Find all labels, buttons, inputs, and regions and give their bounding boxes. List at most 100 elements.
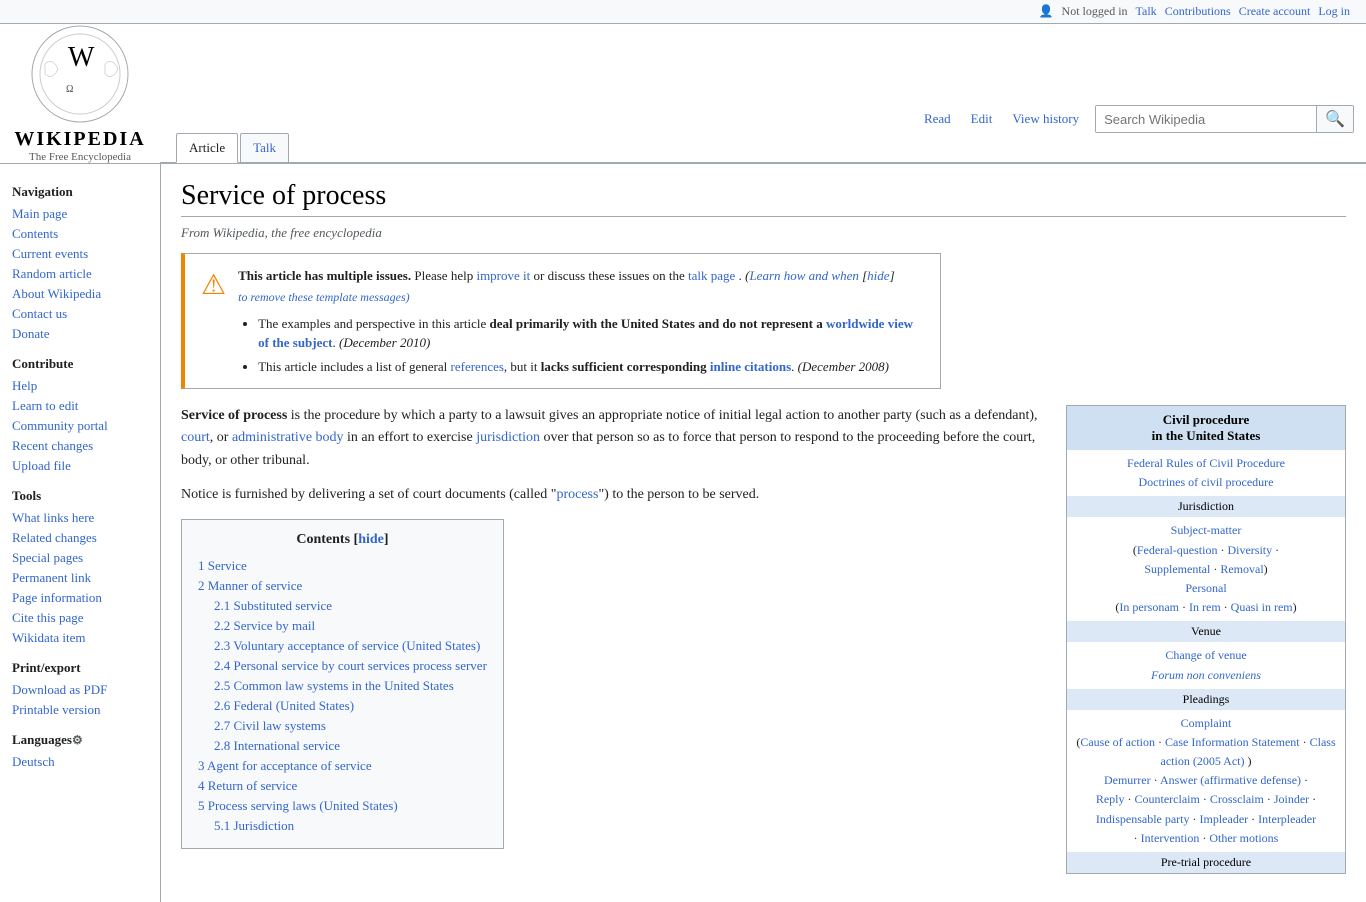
- sidebar-item-download-pdf[interactable]: Download as PDF: [12, 680, 148, 700]
- inline-citations-link[interactable]: inline citations: [710, 359, 791, 374]
- federal-rules-link[interactable]: Federal Rules of Civil Procedure: [1127, 456, 1285, 470]
- edit-tab[interactable]: Edit: [967, 111, 997, 127]
- sidebar-item-random-article[interactable]: Random article: [12, 264, 148, 284]
- print-header: Print/export: [12, 660, 148, 676]
- case-information-link[interactable]: Case Information Statement: [1165, 735, 1300, 749]
- view-history-tab[interactable]: View history: [1008, 111, 1083, 127]
- toc-item-2-5: 2.5 Common law systems in the United Sta…: [198, 676, 487, 696]
- answer-link[interactable]: Answer (affirmative defense): [1160, 773, 1301, 787]
- sidebar-item-special-pages[interactable]: Special pages: [12, 548, 148, 568]
- complaint-link[interactable]: Complaint: [1181, 716, 1232, 730]
- toc-hide-link[interactable]: hide: [358, 532, 384, 547]
- talk-tab[interactable]: Talk: [240, 133, 289, 162]
- subject-matter-link[interactable]: Subject-matter: [1171, 523, 1242, 537]
- sidebar-item-contents[interactable]: Contents: [12, 224, 148, 244]
- quasi-in-rem-link[interactable]: Quasi in rem: [1231, 600, 1293, 614]
- toc-link-1[interactable]: 1 Service: [198, 558, 247, 573]
- sidebar-item-deutsch[interactable]: Deutsch: [12, 752, 148, 772]
- read-tab[interactable]: Read: [920, 111, 955, 127]
- sidebar-item-upload-file[interactable]: Upload file: [12, 456, 148, 476]
- sidebar-item-contact-us[interactable]: Contact us: [12, 304, 148, 324]
- sidebar-item-donate[interactable]: Donate: [12, 324, 148, 344]
- search-button[interactable]: 🔍: [1316, 106, 1353, 132]
- change-of-venue-link[interactable]: Change of venue: [1165, 648, 1246, 662]
- civil-title: Civil procedure in the United States: [1067, 406, 1345, 450]
- in-rem-link[interactable]: In rem: [1189, 600, 1221, 614]
- toc-link-5[interactable]: 5 Process serving laws (United States): [198, 798, 398, 813]
- references-link[interactable]: references: [451, 359, 504, 374]
- jurisdiction-link[interactable]: jurisdiction: [476, 430, 540, 445]
- toc-link-2-2[interactable]: 2.2 Service by mail: [214, 618, 315, 633]
- page-title: Service of process: [181, 180, 1346, 217]
- counterclaim-link[interactable]: Counterclaim: [1135, 792, 1200, 806]
- toc-item-5-1: 5.1 Jurisdiction: [198, 816, 487, 836]
- toc-link-2-1[interactable]: 2.1 Substituted service: [214, 598, 332, 613]
- create-account-link[interactable]: Create account: [1239, 4, 1311, 19]
- toc-link-2[interactable]: 2 Manner of service: [198, 578, 302, 593]
- sidebar-item-what-links-here[interactable]: What links here: [12, 508, 148, 528]
- intervention-link[interactable]: Intervention: [1141, 831, 1200, 845]
- impleader-link[interactable]: Impleader: [1200, 812, 1249, 826]
- contributions-link[interactable]: Contributions: [1165, 4, 1231, 19]
- toc-link-2-6[interactable]: 2.6 Federal (United States): [214, 698, 354, 713]
- diversity-link[interactable]: Diversity: [1227, 543, 1272, 557]
- warning-text1: Please help: [414, 268, 476, 283]
- search-input[interactable]: [1096, 106, 1316, 132]
- forum-non-link[interactable]: Forum non conveniens: [1151, 668, 1261, 682]
- joinder-link[interactable]: Joinder: [1274, 792, 1309, 806]
- toc-link-3[interactable]: 3 Agent for acceptance of service: [198, 758, 372, 773]
- sidebar-item-main-page[interactable]: Main page: [12, 204, 148, 224]
- sidebar-item-wikidata-item[interactable]: Wikidata item: [12, 628, 148, 648]
- sidebar-item-cite-this-page[interactable]: Cite this page: [12, 608, 148, 628]
- administrative-body-link[interactable]: administrative body: [232, 430, 344, 445]
- site-title[interactable]: Wikipedia: [14, 128, 145, 151]
- in-personam-link[interactable]: In personam: [1119, 600, 1179, 614]
- improve-it-link[interactable]: improve it: [476, 268, 530, 283]
- sidebar-item-about-wikipedia[interactable]: About Wikipedia: [12, 284, 148, 304]
- sidebar-item-community-portal[interactable]: Community portal: [12, 416, 148, 436]
- hide-link[interactable]: hide: [867, 268, 889, 283]
- sidebar-item-help[interactable]: Help: [12, 376, 148, 396]
- toc-link-2-7[interactable]: 2.7 Civil law systems: [214, 718, 326, 733]
- doctrines-link[interactable]: Doctrines of civil procedure: [1139, 475, 1274, 489]
- other-motions-link[interactable]: Other motions: [1209, 831, 1278, 845]
- crossclaim-link[interactable]: Crossclaim: [1210, 792, 1264, 806]
- sidebar-item-printable-version[interactable]: Printable version: [12, 700, 148, 720]
- languages-gear-icon[interactable]: ⚙: [72, 733, 83, 748]
- toc-item-4: 4 Return of service: [198, 776, 487, 796]
- demurrer-link[interactable]: Demurrer: [1104, 773, 1151, 787]
- sidebar-item-current-events[interactable]: Current events: [12, 244, 148, 264]
- toc-item-2: 2 Manner of service: [198, 576, 487, 596]
- toc-link-2-8[interactable]: 2.8 International service: [214, 738, 340, 753]
- tools-header: Tools: [12, 488, 148, 504]
- court-link[interactable]: court: [181, 430, 210, 445]
- learn-link[interactable]: Learn how and when: [749, 268, 858, 283]
- talk-page-link[interactable]: talk page: [688, 268, 735, 283]
- toc-link-2-4[interactable]: 2.4 Personal service by court services p…: [214, 658, 487, 673]
- svg-text:W: W: [68, 42, 95, 73]
- talk-link[interactable]: Talk: [1136, 4, 1157, 19]
- sidebar-item-recent-changes[interactable]: Recent changes: [12, 436, 148, 456]
- federal-question-link[interactable]: Federal-question: [1137, 543, 1218, 557]
- toc-link-4[interactable]: 4 Return of service: [198, 778, 297, 793]
- sidebar-item-page-information[interactable]: Page information: [12, 588, 148, 608]
- toc-link-5-1[interactable]: 5.1 Jurisdiction: [214, 818, 294, 833]
- process-link[interactable]: process: [556, 487, 598, 502]
- log-in-link[interactable]: Log in: [1318, 4, 1350, 19]
- wikipedia-logo[interactable]: W Ω: [30, 24, 130, 124]
- article-tab[interactable]: Article: [176, 133, 238, 163]
- sidebar-item-learn-to-edit[interactable]: Learn to edit: [12, 396, 148, 416]
- supplemental-link[interactable]: Supplemental: [1144, 562, 1210, 576]
- warning-icon: ⚠: [201, 268, 226, 302]
- sidebar-item-related-changes[interactable]: Related changes: [12, 528, 148, 548]
- cause-of-action-link[interactable]: Cause of action: [1080, 735, 1155, 749]
- interpleader-link[interactable]: Interpleader: [1258, 812, 1316, 826]
- toc-link-2-3[interactable]: 2.3 Voluntary acceptance of service (Uni…: [214, 638, 480, 653]
- reply-link[interactable]: Reply: [1096, 792, 1125, 806]
- indispensable-party-link[interactable]: Indispensable party: [1096, 812, 1190, 826]
- personal-link[interactable]: Personal: [1185, 581, 1226, 595]
- removal-link[interactable]: Removal: [1220, 562, 1263, 576]
- sidebar-item-permanent-link[interactable]: Permanent link: [12, 568, 148, 588]
- toc-link-2-5[interactable]: 2.5 Common law systems in the United Sta…: [214, 678, 454, 693]
- site-subtitle: The Free Encyclopedia: [29, 151, 131, 163]
